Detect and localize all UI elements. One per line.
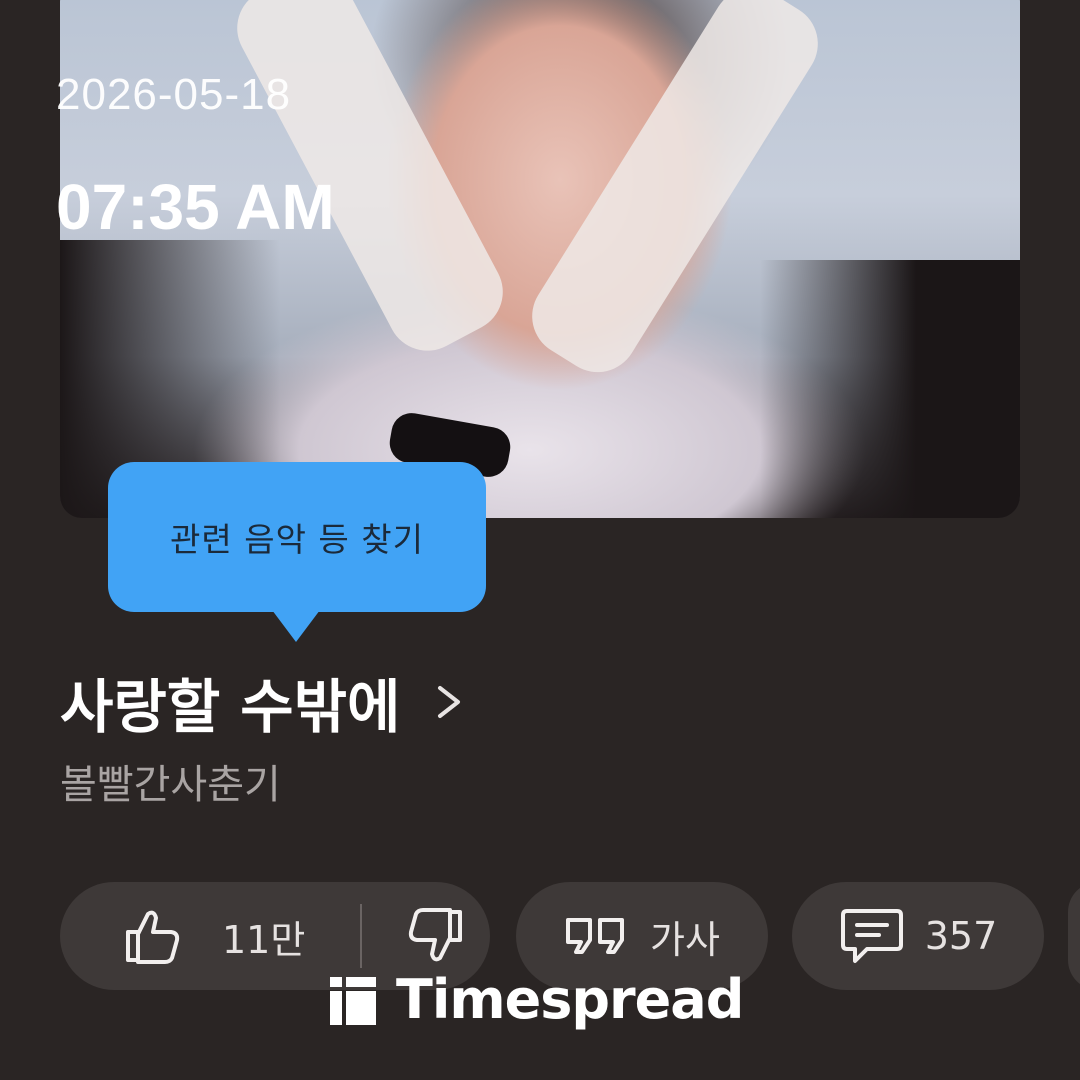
chevron-right-icon — [434, 682, 464, 722]
lyrics-label: 가사 — [650, 917, 720, 962]
watermark: Timespread — [328, 968, 744, 1031]
quote-icon — [564, 916, 628, 956]
comment-count: 357 — [924, 914, 998, 958]
tooltip-tail — [272, 610, 320, 642]
like-count: 11만 — [222, 917, 306, 962]
thumbs-up-icon — [120, 904, 184, 968]
timespread-logo-icon — [328, 973, 378, 1027]
more-actions-chip[interactable] — [1068, 882, 1080, 990]
like-button[interactable]: 11만 — [60, 904, 340, 968]
dislike-button[interactable] — [404, 904, 468, 968]
tooltip-text: 관련 음악 등 찾기 — [170, 520, 424, 559]
overlay-date: 2026-05-18 — [56, 70, 292, 119]
song-title: 사랑할 수밖에 — [60, 673, 401, 741]
artist-name[interactable]: 볼빨간사춘기 — [60, 752, 281, 810]
comments-button[interactable]: 357 — [792, 882, 1044, 990]
overlay-time: 07:35 AM — [56, 171, 335, 243]
watermark-brand: Timespread — [396, 968, 744, 1031]
comment-icon — [839, 903, 905, 969]
song-title-link[interactable]: 사랑할 수밖에 — [60, 660, 464, 744]
find-related-music-tooltip[interactable]: 관련 음악 등 찾기 — [108, 462, 486, 612]
thumbs-down-icon — [404, 904, 468, 968]
album-art-shadow-right — [760, 260, 1020, 518]
like-divider — [360, 904, 362, 968]
